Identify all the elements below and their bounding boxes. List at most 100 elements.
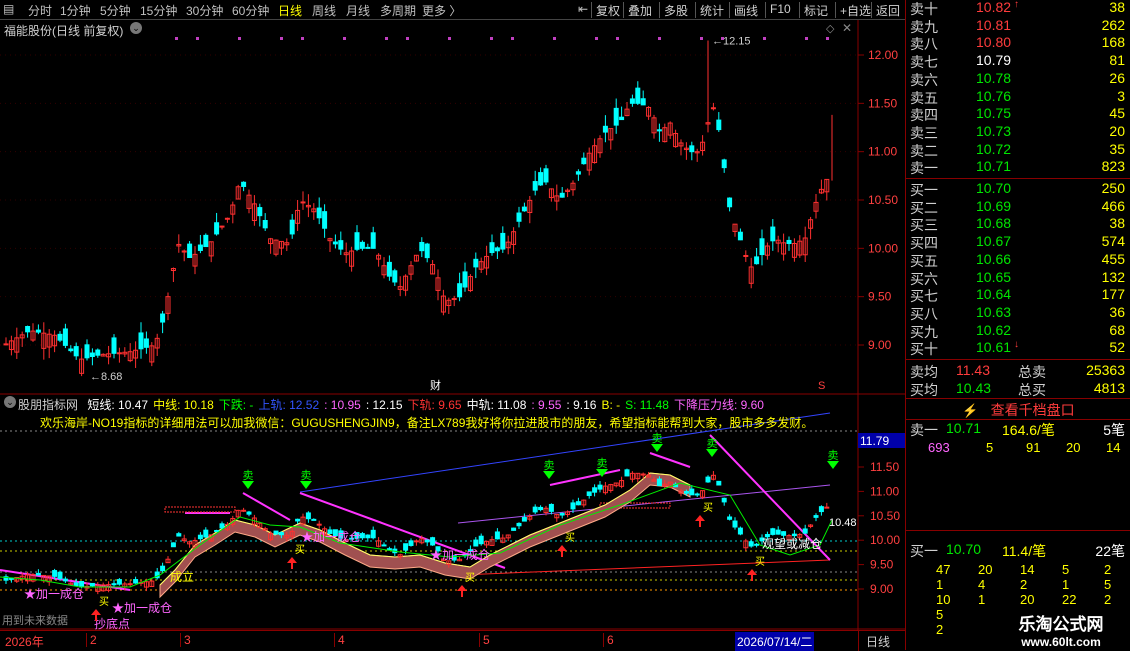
bids-row[interactable]: 买十 10.61 ↓ 52 — [906, 339, 1130, 358]
period-7[interactable]: 周线 — [312, 2, 336, 19]
bids-row[interactable]: 买一 10.70 250 — [906, 180, 1130, 199]
close-icon[interactable]: ✕ — [842, 21, 852, 35]
toolbar-button-8[interactable]: 返回 — [876, 2, 900, 19]
candle-body — [57, 333, 63, 341]
menu-icon[interactable]: ▤ — [3, 2, 14, 16]
period-6[interactable]: 日线 — [278, 2, 302, 19]
diamond-icon[interactable]: ◇ — [826, 22, 834, 35]
period-1[interactable]: 1分钟 — [60, 2, 91, 19]
toolbar-button-4[interactable]: 画线 — [734, 2, 758, 19]
candle-body — [370, 232, 376, 249]
asks-row[interactable]: 卖五 10.76 3 — [906, 88, 1130, 107]
asks-row[interactable]: 卖一 10.71 823 — [906, 158, 1130, 177]
asks-row[interactable]: 卖十 10.82 ↑ 38 — [906, 0, 1130, 18]
buy-queue-cell: 5 — [936, 607, 944, 622]
asks-row[interactable]: 卖二 10.72 35 — [906, 141, 1130, 160]
bids-row[interactable]: 买三 10.68 38 — [906, 215, 1130, 234]
current-value-label: 10.48 — [829, 517, 857, 529]
date-label-4: 5 — [479, 633, 490, 647]
y-tick: 12.00 — [868, 48, 898, 62]
ind-candle-body — [770, 528, 776, 535]
toolbar-button-6[interactable]: 标记 — [804, 2, 828, 19]
candle-body — [716, 119, 722, 131]
candle-body — [316, 207, 322, 219]
avg-sell-row: 卖均 11.43 总卖 25363 — [910, 362, 1125, 380]
bids-row[interactable]: 买七 10.64 177 — [906, 286, 1130, 305]
buy-queue-cell: 20 — [1020, 592, 1035, 607]
ind-candle-body — [370, 529, 376, 539]
period-0[interactable]: 分时 — [28, 2, 52, 19]
bids-row[interactable]: 买九 10.62 68 — [906, 322, 1130, 341]
ind-candle-body — [727, 516, 733, 520]
candle-body — [581, 157, 587, 165]
indicator-param-5: : 12.15 — [365, 398, 403, 412]
sell-label: 卖 — [652, 432, 663, 445]
buy-queue-cell: 22 — [1062, 592, 1077, 607]
ind-candle-body — [170, 542, 176, 548]
candle-body — [241, 181, 247, 187]
period-label[interactable]: 日线 — [866, 633, 890, 650]
ind-candle-body — [721, 497, 727, 503]
asks-row[interactable]: 卖六 10.78 26 — [906, 70, 1130, 89]
buy-queue-cell: 2 — [936, 622, 944, 637]
bids-row[interactable]: 买五 10.66 455 — [906, 251, 1130, 270]
chevron-down-icon[interactable]: ⌄ — [130, 22, 142, 34]
toolbar-button-5[interactable]: F10 — [770, 2, 791, 16]
toolbar-button-2[interactable]: 多股 — [664, 2, 688, 19]
lightning-icon: ⚡ — [962, 403, 979, 418]
candle-body — [489, 242, 495, 254]
asks-row[interactable]: 卖四 10.75 45 — [906, 105, 1130, 124]
toolbar-button-0[interactable]: 复权 — [596, 2, 620, 19]
indicator-param-6: 下轨: 9.65 — [407, 398, 462, 412]
bids-row[interactable]: 买八 10.63 36 — [906, 304, 1130, 323]
period-2[interactable]: 5分钟 — [100, 2, 131, 19]
ind-candle-body — [241, 509, 247, 512]
candle-body — [743, 254, 749, 257]
toolbar-button-3[interactable]: 统计 — [700, 2, 724, 19]
ind-candle-body — [278, 532, 284, 536]
period-10[interactable]: 更多 〉 — [422, 2, 461, 19]
asks-row[interactable]: 卖九 10.81 262 — [906, 17, 1130, 36]
future-data-label: 用到未来数据 — [2, 613, 68, 627]
bids-row[interactable]: 买四 10.67 574 — [906, 233, 1130, 252]
add-position-label: ★加一成仓 — [24, 587, 84, 601]
chevron-down-icon[interactable]: ⌄ — [4, 396, 16, 408]
buy-queue-cell: 5 — [1062, 562, 1070, 577]
ind-candle-body — [624, 469, 630, 477]
view-depth-button[interactable]: ⚡ 查看千档盘口 — [906, 400, 1130, 418]
asks-row[interactable]: 卖八 10.80 168 — [906, 34, 1130, 53]
ind-candle-body — [775, 529, 781, 535]
indicator-param-0: 短线: 10.47 — [87, 398, 149, 412]
bottom-buy-label: 抄底点 — [94, 616, 130, 630]
toolbar-button-1[interactable]: 叠加 — [628, 2, 652, 19]
avg-buy-row: 买均 10.43 总买 4813 — [910, 380, 1125, 398]
indicator-name: 股朋指标网 — [18, 398, 79, 412]
buy-queue-cell: 10 — [936, 592, 951, 607]
s-marker: S — [818, 380, 825, 392]
asks-row[interactable]: 卖三 10.73 20 — [906, 123, 1130, 142]
period-5[interactable]: 60分钟 — [232, 2, 269, 19]
candlestick-chart[interactable]: 12.00 11.50 11.00 10.50 10.00 9.50 9.00 ←12.15 ←… — [0, 20, 905, 395]
current-date: 2026/07/14/二 — [735, 632, 815, 651]
ind-candle-body — [802, 528, 808, 534]
ind-candle-body — [62, 578, 68, 582]
period-9[interactable]: 多周期 — [380, 2, 416, 19]
bids-row[interactable]: 买二 10.69 466 — [906, 198, 1130, 217]
ind-candle-body — [689, 488, 695, 496]
asks-row[interactable]: 卖七 10.79 81 — [906, 52, 1130, 71]
period-3[interactable]: 15分钟 — [140, 2, 177, 19]
buy-queue-cell: 47 — [936, 562, 951, 577]
ind-candle-body — [273, 530, 279, 535]
ind-candle-body — [8, 577, 14, 580]
period-8[interactable]: 月线 — [346, 2, 370, 19]
candle-body — [640, 98, 646, 106]
period-4[interactable]: 30分钟 — [186, 2, 223, 19]
ind-candle-body — [781, 531, 787, 536]
candle-body — [365, 246, 371, 249]
back-arrow-icon[interactable]: ⇤ — [578, 2, 588, 16]
toolbar-button-7[interactable]: +自选 — [840, 2, 871, 19]
bids-row[interactable]: 买六 10.65 132 — [906, 269, 1130, 288]
sell-label: 卖 — [544, 459, 555, 472]
ind-candle-body — [478, 535, 484, 545]
candle-body — [262, 219, 268, 229]
